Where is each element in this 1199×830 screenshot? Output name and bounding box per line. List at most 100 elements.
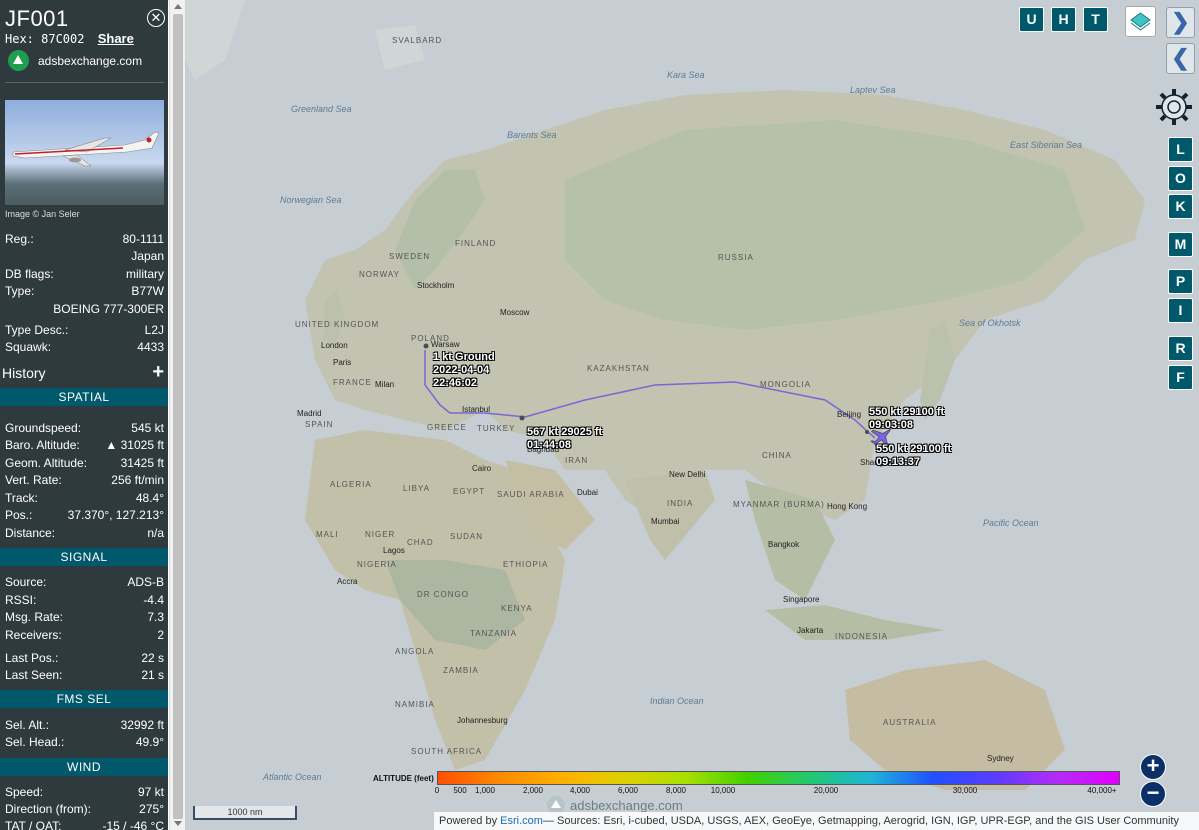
history-toggle[interactable]: History + — [2, 362, 164, 382]
spatial-row: Groundspeed: 545 kt — [5, 421, 164, 435]
region-label: EGYPT — [453, 487, 486, 496]
toggle-i-button[interactable]: I — [1168, 298, 1193, 323]
region-label: LIBYA — [403, 484, 431, 493]
place-label: Beijing — [837, 410, 862, 419]
toggle-u-button[interactable]: U — [1019, 7, 1044, 32]
spatial-row: Vert. Rate: 256 ft/min — [5, 473, 164, 487]
region-label: KAZAKHSTAN — [587, 364, 650, 373]
signal-row: Receivers: 2 — [5, 628, 164, 642]
info-row: Japan — [131, 249, 164, 263]
divider — [5, 82, 164, 83]
track-label-end-1: 550 kt 29100 ft 09:03:08 — [869, 406, 945, 431]
region-label: IRAN — [565, 456, 589, 465]
hex-code: Hex: 87C002 — [5, 32, 85, 46]
place-label: Madrid — [297, 409, 322, 418]
map-attribution: Powered by Esri.com— Sources: Esri, i-cu… — [434, 812, 1199, 830]
region-label: ANGOLA — [395, 647, 435, 656]
esri-link[interactable]: Esri.com — [500, 815, 543, 827]
aircraft-photo[interactable] — [5, 100, 164, 205]
place-label: Dubai — [577, 488, 598, 497]
region-label: TANZANIA — [470, 629, 517, 638]
zoom-out-button[interactable]: − — [1140, 781, 1166, 807]
place-label: Stockholm — [417, 281, 455, 290]
region-label: RUSSIA — [718, 253, 754, 262]
plus-icon[interactable]: + — [152, 362, 164, 382]
region-label: INDIA — [667, 499, 694, 508]
settings-gear-icon[interactable] — [1153, 86, 1195, 133]
brand-link[interactable]: adsbexchange.com — [8, 50, 142, 71]
wind-row: Direction (from): 275° — [5, 802, 164, 816]
toggle-h-button[interactable]: H — [1051, 7, 1076, 32]
toggle-m-button[interactable]: M — [1168, 232, 1193, 257]
adsbexchange-logo-icon — [8, 50, 29, 71]
place-label: Accra — [337, 577, 358, 586]
ocean-label: Greenland Sea — [291, 104, 352, 114]
ocean-label: Atlantic Ocean — [263, 772, 322, 782]
toggle-o-button[interactable]: O — [1168, 166, 1193, 191]
region-label: ETHIOPIA — [503, 560, 549, 569]
wind-row: Speed: 97 kt — [5, 785, 164, 799]
toggle-k-button[interactable]: K — [1168, 194, 1193, 219]
scroll-down-arrow-icon[interactable] — [174, 821, 182, 826]
track-label-mid: 567 kt 29025 ft 01:44:08 — [527, 426, 603, 451]
section-fms-sel[interactable]: FMS SEL — [0, 690, 168, 708]
place-label: Milan — [375, 380, 395, 389]
info-row: Reg.: 80-1111 — [5, 232, 164, 246]
toggle-f-button[interactable]: F — [1168, 365, 1193, 390]
place-label: Sydney — [987, 754, 1014, 763]
place-label: Johannesburg — [457, 716, 508, 725]
place-label: Moscow — [500, 308, 530, 317]
place-label: Paris — [333, 358, 352, 367]
section-wind[interactable]: WIND — [0, 758, 168, 776]
callsign-title: JF001 — [5, 6, 69, 31]
place-label: London — [321, 341, 348, 350]
ocean-label: Laptev Sea — [850, 85, 896, 95]
place-label: Mumbai — [651, 517, 680, 526]
share-link[interactable]: Share — [98, 31, 134, 46]
track-label-end-2: 550 kt 29100 ft 09:13:37 — [876, 443, 952, 468]
toggle-l-button[interactable]: L — [1168, 137, 1193, 162]
track-label-start: 1 kt Ground 2022-04-04 22:46:02 — [433, 351, 495, 389]
toggle-r-button[interactable]: R — [1168, 336, 1193, 361]
region-label: ALGERIA — [330, 480, 372, 489]
toggle-p-button[interactable]: P — [1168, 269, 1193, 294]
region-label: SOUTH AFRICA — [411, 747, 483, 756]
toggle-t-button[interactable]: T — [1083, 7, 1108, 32]
ocean-label: Indian Ocean — [650, 696, 704, 706]
ocean-label: Norwegian Sea — [280, 195, 342, 205]
place-label: Jakarta — [797, 626, 824, 635]
close-icon[interactable]: ✕ — [147, 9, 165, 27]
ocean-label: Sea of Okhotsk — [959, 318, 1021, 328]
ocean-label: East Siberian Sea — [1010, 140, 1083, 150]
ocean-label: Kara Sea — [667, 70, 705, 80]
forward-arrow-icon[interactable]: ❯ — [1166, 7, 1195, 38]
region-label: KENYA — [501, 604, 533, 613]
section-spatial[interactable]: SPATIAL — [0, 388, 168, 406]
aircraft-info-panel: JF001 ✕ Hex: 87C002 Share adsbexchange.c… — [0, 0, 168, 830]
altitude-legend-label: ALTITUDE (feet) — [373, 774, 434, 783]
place-label: Hong Kong — [827, 502, 868, 511]
layers-icon[interactable] — [1125, 6, 1156, 37]
scrollbar-thumb[interactable] — [173, 14, 183, 819]
info-row: Squawk: 4433 — [5, 340, 164, 354]
region-label: ZAMBIA — [443, 666, 479, 675]
spatial-row: Baro. Altitude: ▲ 31025 ft — [5, 438, 164, 452]
place-label: Singapore — [783, 595, 820, 604]
region-label: MONGOLIA — [760, 380, 812, 389]
zoom-in-button[interactable]: + — [1140, 754, 1166, 780]
scroll-up-arrow-icon[interactable] — [174, 4, 182, 9]
region-label: NIGERIA — [357, 560, 397, 569]
signal-row: Last Pos.: 22 s — [5, 651, 164, 665]
hex-line: Hex: 87C002 Share — [5, 31, 134, 46]
section-signal[interactable]: SIGNAL — [0, 548, 168, 566]
back-arrow-icon[interactable]: ❮ — [1166, 43, 1195, 74]
region-label: SVALBARD — [392, 36, 443, 45]
region-label: MALI — [316, 530, 339, 539]
sidebar-scrollbar[interactable] — [169, 0, 186, 830]
fms-row: Sel. Head.: 49.9° — [5, 735, 164, 749]
place-label: Cairo — [472, 464, 492, 473]
signal-row: Last Seen: 21 s — [5, 668, 164, 682]
place-label: Bangkok — [768, 540, 800, 549]
fms-row: Sel. Alt.: 32992 ft — [5, 718, 164, 732]
world-map[interactable]: London Paris Madrid Milan Warsaw Moscow … — [185, 0, 1199, 830]
